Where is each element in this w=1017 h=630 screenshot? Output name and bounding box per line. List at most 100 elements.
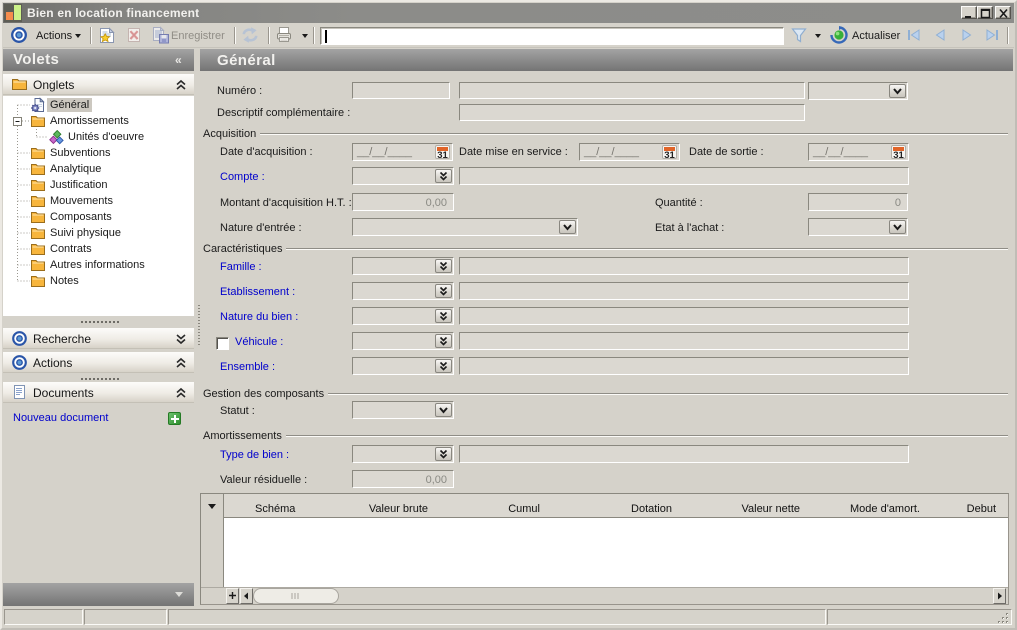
tree-item-general[interactable]: Général xyxy=(3,97,194,113)
etat-achat-combo[interactable] xyxy=(808,218,908,236)
grid-scroll-right-button[interactable] xyxy=(993,588,1006,604)
close-button[interactable] xyxy=(995,6,1011,19)
tree-item-contrats[interactable]: Contrats xyxy=(3,241,194,257)
grid-horizontal-scrollbar[interactable] xyxy=(201,587,1008,604)
documents-panel-header[interactable]: Documents xyxy=(3,382,194,403)
grid-corner-dropdown-icon[interactable] xyxy=(208,504,216,513)
vehicule-checkbox[interactable] xyxy=(216,337,229,350)
famille-input[interactable] xyxy=(459,257,909,275)
save-button-label[interactable]: Enregistrer xyxy=(171,30,225,42)
tree-item-label[interactable]: Autres informations xyxy=(47,258,148,272)
dropdown-arrow-icon[interactable] xyxy=(559,220,576,234)
nature-entree-combo[interactable] xyxy=(352,218,578,236)
tree-item-unites-oeuvre[interactable]: Unités d'oeuvre xyxy=(3,129,194,145)
famille-combo[interactable] xyxy=(352,257,454,275)
double-chevron-dropdown-icon[interactable] xyxy=(435,284,452,298)
recherche-panel-header[interactable]: Recherche xyxy=(3,328,194,349)
actions-menu-button[interactable]: Actions xyxy=(36,30,72,42)
nature-bien-label[interactable]: Nature du bien : xyxy=(220,311,298,323)
date-mise-service-input[interactable]: __/__/____ 31 xyxy=(579,143,680,161)
ensemble-combo[interactable] xyxy=(352,357,454,375)
minimize-button[interactable] xyxy=(961,6,977,19)
calendar-icon[interactable]: 31 xyxy=(891,145,906,159)
quantite-input[interactable]: 0 xyxy=(808,193,908,211)
onglets-panel-header[interactable]: Onglets xyxy=(3,74,194,95)
nav-last-icon[interactable] xyxy=(984,26,1002,44)
nav-previous-icon[interactable] xyxy=(932,26,950,44)
actions-panel-header[interactable]: Actions xyxy=(3,352,194,373)
statut-combo[interactable] xyxy=(352,401,454,419)
tree-item-label[interactable]: Contrats xyxy=(47,242,95,256)
ensemble-label[interactable]: Ensemble : xyxy=(220,361,275,373)
refresh-icon[interactable] xyxy=(241,26,259,44)
tree-item-composants[interactable]: Composants xyxy=(3,209,194,225)
column-header-schema[interactable]: Schéma xyxy=(255,503,295,515)
date-sortie-input[interactable]: __/__/____ 31 xyxy=(808,143,909,161)
double-chevron-dropdown-icon[interactable] xyxy=(435,447,452,461)
column-header-mode-amort[interactable]: Mode d'amort. xyxy=(850,503,920,515)
collapse-sidebar-icon[interactable]: « xyxy=(175,53,182,67)
type-bien-label[interactable]: Type de bien : xyxy=(220,449,289,461)
type-bien-input[interactable] xyxy=(459,445,909,463)
print-icon[interactable] xyxy=(275,26,293,44)
new-document-icon[interactable] xyxy=(98,26,116,44)
column-header-valeur-nette[interactable]: Valeur nette xyxy=(741,503,800,515)
numero-input-1[interactable] xyxy=(352,82,450,99)
splitter-handle[interactable] xyxy=(3,318,194,326)
tree-item-label[interactable]: Général xyxy=(47,98,92,112)
print-dropdown-arrow-icon[interactable] xyxy=(302,34,308,41)
double-chevron-dropdown-icon[interactable] xyxy=(435,169,452,183)
column-header-dotation[interactable]: Dotation xyxy=(631,503,672,515)
nav-first-icon[interactable] xyxy=(906,26,924,44)
maximize-button[interactable] xyxy=(977,6,993,19)
tree-item-notes[interactable]: Notes xyxy=(3,273,194,289)
tree-item-subventions[interactable]: Subventions xyxy=(3,145,194,161)
tree-item-autres-informations[interactable]: Autres informations xyxy=(3,257,194,273)
dropdown-arrow-icon[interactable] xyxy=(889,84,906,98)
double-chevron-dropdown-icon[interactable] xyxy=(435,259,452,273)
tree-collapse-icon[interactable] xyxy=(13,117,22,126)
compte-combo[interactable] xyxy=(352,167,454,185)
grid-scrollbar-thumb[interactable] xyxy=(253,588,339,604)
collapse-panel-icon[interactable] xyxy=(175,357,187,372)
column-header-valeur-brute[interactable]: Valeur brute xyxy=(369,503,428,515)
nature-bien-input[interactable] xyxy=(459,307,909,325)
add-document-icon[interactable] xyxy=(168,412,181,425)
filter-dropdown-arrow-icon[interactable] xyxy=(815,34,821,41)
tree-item-suivi-physique[interactable]: Suivi physique xyxy=(3,225,194,241)
tree-item-label[interactable]: Unités d'oeuvre xyxy=(65,130,147,144)
tree-item-label[interactable]: Amortissements xyxy=(47,114,132,128)
nature-bien-combo[interactable] xyxy=(352,307,454,325)
nav-next-icon[interactable] xyxy=(959,26,977,44)
column-header-debut[interactable]: Debut xyxy=(967,503,996,515)
tree-item-mouvements[interactable]: Mouvements xyxy=(3,193,194,209)
tree-item-analytique[interactable]: Analytique xyxy=(3,161,194,177)
tree-item-label[interactable]: Justification xyxy=(47,178,110,192)
grid-scroll-left-button[interactable] xyxy=(240,588,253,604)
search-input[interactable] xyxy=(320,27,784,45)
calendar-icon[interactable]: 31 xyxy=(662,145,677,159)
double-chevron-dropdown-icon[interactable] xyxy=(435,334,452,348)
etablissement-input[interactable] xyxy=(459,282,909,300)
actualiser-icon[interactable] xyxy=(830,26,848,44)
tree-item-label[interactable]: Mouvements xyxy=(47,194,116,208)
descriptif-input[interactable] xyxy=(459,104,805,121)
tree-item-amortissements[interactable]: Amortissements xyxy=(3,113,194,129)
tree-item-label[interactable]: Composants xyxy=(47,210,115,224)
double-chevron-dropdown-icon[interactable] xyxy=(435,309,452,323)
actualiser-button-label[interactable]: Actualiser xyxy=(852,30,900,42)
etablissement-label[interactable]: Etablissement : xyxy=(220,286,295,298)
expand-panel-icon[interactable] xyxy=(175,333,187,348)
tree-item-label[interactable]: Suivi physique xyxy=(47,226,124,240)
nouveau-document-link[interactable]: Nouveau document xyxy=(13,412,108,424)
sidebar-bottom-bar[interactable] xyxy=(3,583,194,606)
double-chevron-dropdown-icon[interactable] xyxy=(435,359,452,373)
resize-grip[interactable] xyxy=(997,612,1010,625)
montant-input[interactable]: 0,00 xyxy=(352,193,454,211)
tree-item-label[interactable]: Subventions xyxy=(47,146,114,160)
tree-item-label[interactable]: Notes xyxy=(47,274,82,288)
ensemble-input[interactable] xyxy=(459,357,909,375)
collapse-panel-icon[interactable] xyxy=(175,79,187,94)
type-bien-combo[interactable] xyxy=(352,445,454,463)
etablissement-combo[interactable] xyxy=(352,282,454,300)
